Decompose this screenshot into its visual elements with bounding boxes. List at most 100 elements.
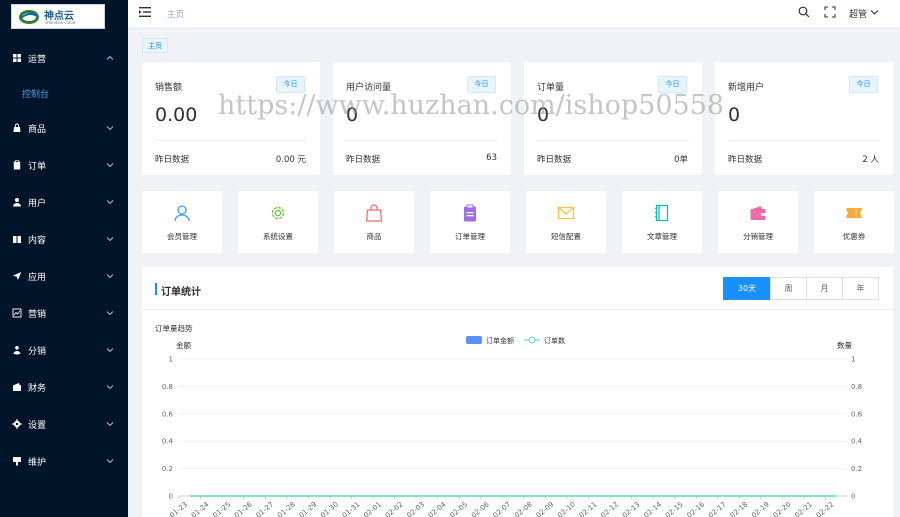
x-tick-label: 02-22 — [815, 500, 836, 517]
x-tick-label: 02-17 — [707, 500, 728, 517]
sidebar-item-label: 运营 — [28, 54, 47, 65]
legend-swatch-amount — [466, 336, 482, 344]
user-menu[interactable]: 超管 — [849, 7, 867, 20]
x-tick-label: 01-25 — [211, 500, 232, 517]
x-tick-label: 02-15 — [664, 500, 685, 517]
order-stats-panel: 订单统计 30天周月年 订单量趋势 金额 数量 订单金额 订单数 1 1 0.8 0.8 0.6 0… — [142, 267, 893, 517]
logo-mark-icon — [19, 10, 39, 24]
quick-nav-label: 优惠券 — [842, 232, 866, 241]
sidebar-subitem-label: 控制台 — [22, 89, 50, 100]
quick-nav-tile[interactable]: 订单管理 — [430, 191, 510, 253]
stat-foot-label: 昨日数据 — [537, 155, 572, 165]
quick-nav-label: 文章管理 — [647, 232, 677, 241]
x-tick-label: 01-30 — [319, 500, 340, 517]
y-tick-left: 0.6 — [162, 410, 174, 418]
legend-label-amount: 订单金额 — [486, 336, 514, 345]
sidebar-item-6[interactable]: 营销 — [0, 303, 128, 323]
menu-toggle-icon[interactable] — [139, 7, 151, 17]
stat-foot-value: 0单 — [674, 155, 688, 165]
sidebar-item-label: 应用 — [28, 272, 47, 283]
gear-outline-icon — [271, 206, 285, 220]
divider — [728, 140, 880, 141]
mail-icon — [557, 206, 575, 220]
stat-title: 新增用户 — [728, 83, 765, 93]
stat-foot-label: 昨日数据 — [346, 155, 381, 165]
logo[interactable]: 神点云 shendian.cloud — [11, 4, 105, 29]
y-tick-right: 0 — [851, 493, 855, 501]
divider — [155, 140, 307, 141]
quick-nav-label: 商品 — [366, 232, 382, 241]
y-tick-left: 0.2 — [162, 465, 173, 473]
x-tick-label: 02-07 — [492, 500, 513, 517]
sidebar-item-2[interactable]: 订单 — [0, 155, 128, 175]
sidebar-item-label: 营销 — [28, 309, 47, 320]
x-tick-label: 02-18 — [729, 500, 750, 517]
x-tick-label: 02-12 — [599, 500, 620, 517]
quick-nav-tile[interactable]: 优惠券 — [814, 191, 894, 253]
search-icon[interactable] — [798, 6, 810, 18]
sidebar-item-9[interactable]: 设置 — [0, 414, 128, 434]
range-button[interactable]: 30天 — [723, 277, 771, 300]
legend-marker-count — [528, 336, 536, 344]
stat-value: 0.00 — [155, 104, 198, 126]
stat-title: 销售额 — [155, 83, 183, 93]
sidebar-item-3[interactable]: 用户 — [0, 192, 128, 212]
y-tick-right: 0.6 — [851, 410, 863, 418]
stat-foot-value: 2 人 — [862, 155, 879, 165]
y-tick-left: 0.4 — [162, 438, 174, 446]
quick-nav-tile[interactable]: 短信配置 — [526, 191, 606, 253]
chart-title: 订单量趋势 — [155, 323, 193, 333]
stat-title: 订单量 — [537, 83, 565, 93]
quick-nav-tile[interactable]: 文章管理 — [622, 191, 702, 253]
send-icon — [12, 272, 22, 280]
wallet-icon — [13, 383, 21, 391]
bag-icon — [13, 123, 21, 132]
x-tick-label: 01-23 — [168, 500, 189, 517]
stat-foot-value: 63 — [486, 153, 497, 163]
range-button[interactable]: 周 — [770, 277, 807, 300]
today-badge: 今日 — [849, 76, 878, 93]
y-tick-right: 1 — [851, 356, 855, 364]
x-tick-label: 01-26 — [233, 500, 254, 517]
quick-nav-tile[interactable]: 系统设置 — [238, 191, 318, 253]
quick-nav-tile[interactable]: 商品 — [334, 191, 414, 253]
x-tick-label: 02-05 — [448, 500, 469, 517]
panel-header: 订单统计 30天周月年 — [142, 267, 893, 310]
sidebar-item-5[interactable]: 应用 — [0, 266, 128, 286]
sidebar-item-8[interactable]: 财务 — [0, 377, 128, 397]
x-tick-label: 02-01 — [362, 500, 383, 517]
clipboard-icon — [13, 160, 21, 170]
tag-home[interactable]: 主页 — [142, 38, 168, 53]
x-tick-label: 02-04 — [427, 500, 448, 517]
sidebar-item-7[interactable]: 分销 — [0, 340, 128, 360]
x-tick-label: 01-31 — [341, 500, 362, 517]
sidebar-item-4[interactable]: 内容 — [0, 229, 128, 249]
sidebar-item-1[interactable]: 商品 — [0, 118, 128, 138]
breadcrumb[interactable]: 主页 — [167, 8, 184, 20]
left-axis-label: 金额 — [176, 340, 191, 350]
users-icon — [13, 346, 21, 355]
quick-nav-tile[interactable]: 分销管理 — [718, 191, 798, 253]
sidebar-item-label: 内容 — [28, 235, 47, 246]
stat-value: 0 — [537, 104, 550, 126]
stat-card: 新增用户 今日 0 昨日数据 2 人 — [715, 62, 893, 175]
sidebar-item-label: 财务 — [28, 383, 47, 394]
stat-value: 0 — [728, 104, 741, 126]
range-button[interactable]: 月 — [806, 277, 843, 300]
sidebar: 神点云 shendian.cloud 运营商品订单用户内容应用营销分销财务设置维… — [0, 0, 128, 517]
fullscreen-icon[interactable] — [824, 6, 836, 18]
quick-nav-tile[interactable]: 会员管理 — [142, 191, 222, 253]
sidebar-item-0[interactable]: 运营 — [0, 48, 128, 68]
stat-foot-value: 0.00 元 — [275, 155, 306, 165]
chevron-down-icon[interactable] — [870, 8, 879, 16]
sidebar-item-10[interactable]: 维护 — [0, 451, 128, 471]
x-tick-label: 02-09 — [535, 500, 556, 517]
y-tick-left: 1 — [169, 356, 173, 364]
divider — [537, 140, 689, 141]
x-tick-label: 02-03 — [405, 500, 426, 517]
y-tick-left: 0.8 — [162, 383, 173, 391]
range-button[interactable]: 年 — [842, 277, 879, 300]
right-axis-label: 数量 — [837, 340, 852, 350]
sidebar-subitem-dashboard[interactable]: 控制台 — [0, 83, 128, 103]
quick-nav-label: 短信配置 — [551, 232, 581, 241]
